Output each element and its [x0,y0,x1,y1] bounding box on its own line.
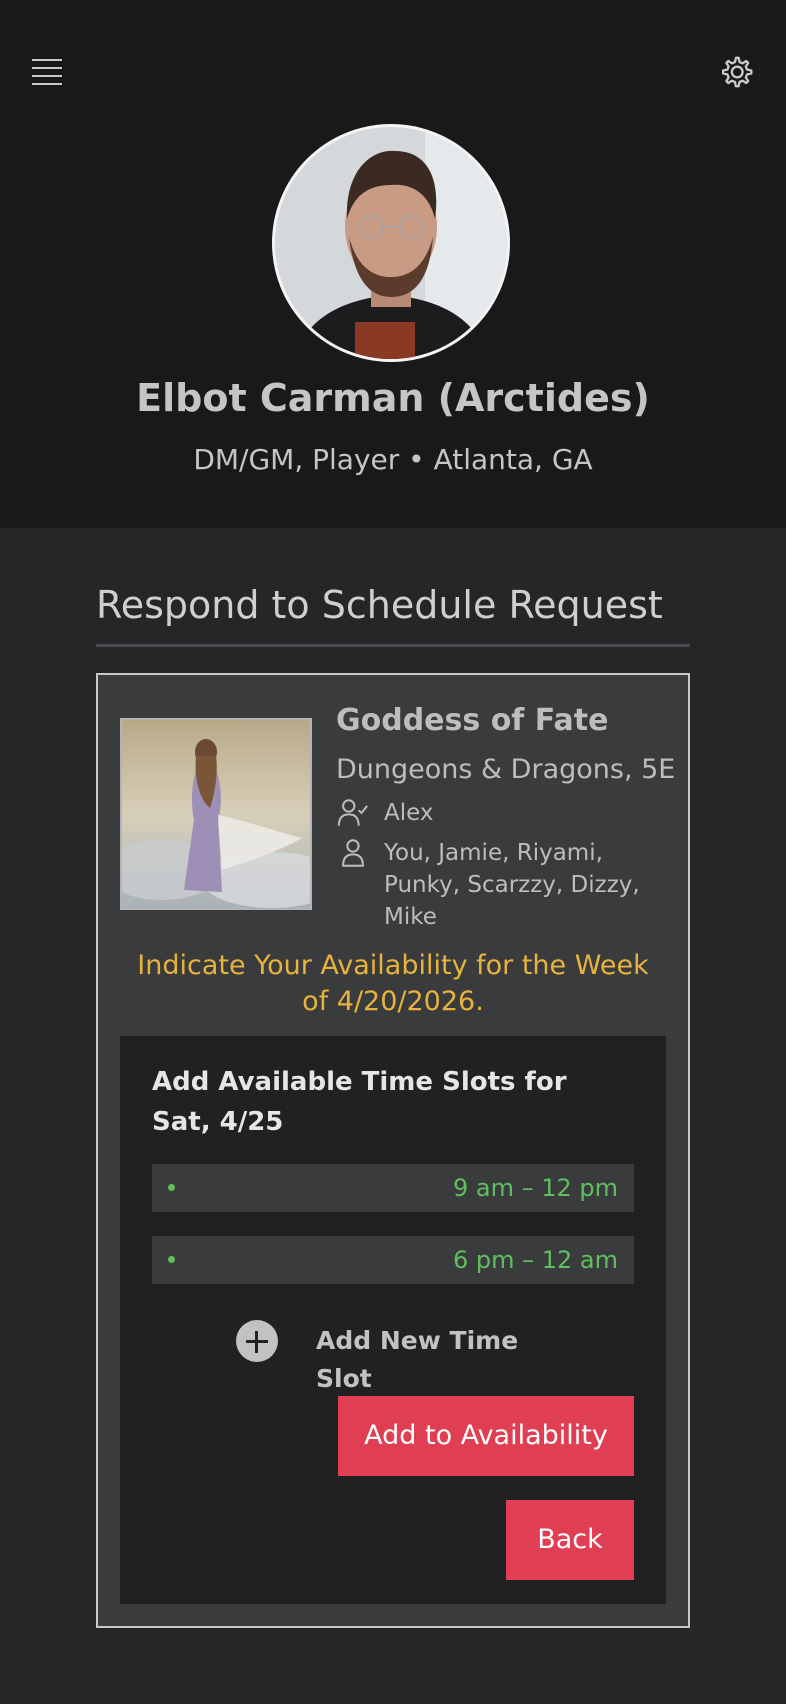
profile-meta: DM/GM, Player • Atlanta, GA [193,443,593,476]
page-title: Respond to Schedule Request [96,583,663,627]
hamburger-menu-line [32,83,62,85]
hamburger-menu-line [32,75,62,77]
time-slot-label: 6 pm – 12 am [452,1246,618,1274]
hamburger-menu-line [32,67,62,69]
title-divider [96,644,690,647]
menu-button[interactable] [30,56,66,86]
hamburger-menu-icon [32,59,62,61]
gear-icon [722,56,753,88]
add-to-availability-button[interactable]: Add to Availability [338,1396,634,1476]
game-master-name: Alex [384,800,434,826]
user-check-icon [337,799,368,826]
settings-button[interactable] [716,52,756,92]
game-title: Goddess of Fate [336,703,609,738]
time-slot-label: 9 am – 12 pm [452,1174,618,1202]
player-list: You, Jamie, Riyami, Punky, Scarzzy, Dizz… [384,840,640,930]
avatar-photo [275,127,507,359]
profile-header: Elbot Carman (Arctides) DM/GM, Player • … [0,0,786,528]
user-icon [342,839,364,867]
time-slots-heading: Add Available Time Slots for Sat, 4/25 [152,1067,567,1137]
profile-name: Elbot Carman (Arctides) [136,376,650,420]
add-time-slot-button[interactable]: Add New Time Slot [236,1320,576,1393]
game-image [122,720,310,908]
add-time-slot-label: Add New Time Slot [316,1326,519,1393]
time-slot-1[interactable]: 9 am – 12 pm [152,1164,634,1212]
game-thumbnail[interactable] [120,718,312,910]
game-system: Dungeons & Dragons, 5E [336,754,676,785]
availability-notice: Indicate Your Availability for the Week … [137,950,649,1017]
slot-bullet [168,1256,175,1263]
slot-bullet [168,1184,175,1191]
back-button[interactable]: Back [506,1500,634,1580]
plus-circle-icon [236,1320,278,1362]
time-slot-2[interactable]: 6 pm – 12 am [152,1236,634,1284]
avatar [272,124,510,362]
